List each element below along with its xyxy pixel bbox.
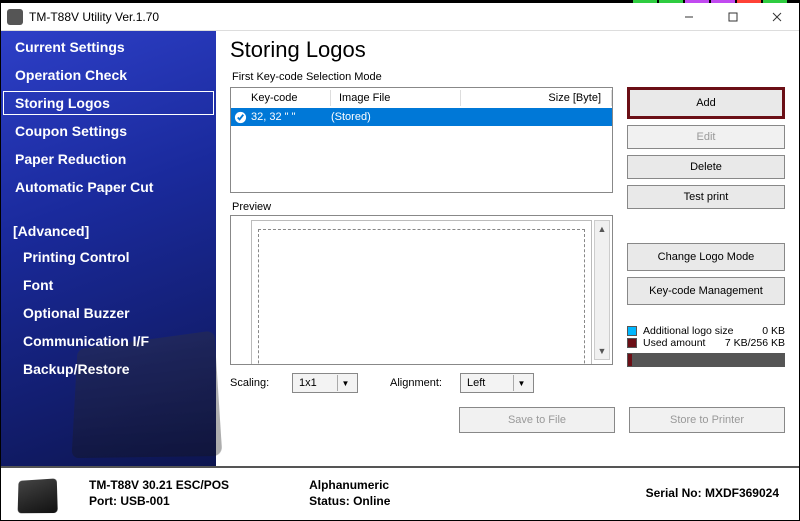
alignment-label: Alignment:: [390, 377, 450, 389]
row-imagefile: (Stored): [331, 111, 461, 123]
sidebar-item-optional-buzzer[interactable]: Optional Buzzer: [1, 299, 216, 327]
sidebar-item-printing-control[interactable]: Printing Control: [1, 243, 216, 271]
edit-button: Edit: [627, 125, 785, 149]
maximize-button[interactable]: [711, 3, 755, 31]
status-model: TM-T88V 30.21 ESC/POS: [89, 477, 229, 493]
status-serial-value: MXDF369024: [705, 486, 779, 500]
storage-info: Additional logo size 0 KB Used amount 7 …: [627, 325, 785, 367]
printer-icon: [15, 473, 59, 513]
logo-list-row[interactable]: 32, 32 " " (Stored): [231, 108, 612, 126]
preview-box: ▲ ▼: [230, 215, 613, 365]
additional-value: 0 KB: [762, 325, 785, 337]
main-panel: Storing Logos First Key-code Selection M…: [216, 31, 799, 466]
alignment-value: Left: [467, 377, 507, 389]
sidebar-item-operation-check[interactable]: Operation Check: [1, 61, 216, 89]
chevron-down-icon: ▼: [513, 375, 529, 391]
col-keycode: Key-code: [231, 90, 331, 106]
scaling-dropdown[interactable]: 1x1 ▼: [292, 373, 358, 393]
titlebar: TM-T88V Utility Ver.1.70: [1, 3, 799, 31]
sidebar-item-communication-if[interactable]: Communication I/F: [1, 327, 216, 355]
col-imagefile: Image File: [331, 90, 461, 106]
status-serial-label: Serial No:: [646, 486, 702, 500]
usage-bar-used: [628, 354, 632, 366]
additional-swatch: [627, 326, 637, 336]
row-check-icon: [231, 111, 249, 124]
page-title: Storing Logos: [230, 37, 785, 63]
mode-label: First Key-code Selection Mode: [232, 71, 785, 83]
used-label: Used amount: [643, 337, 705, 349]
status-bar: TM-T88V 30.21 ESC/POS Port: USB-001 Alph…: [1, 466, 799, 518]
sidebar: Current Settings Operation Check Storing…: [1, 31, 216, 466]
keycode-management-button[interactable]: Key-code Management: [627, 277, 785, 305]
used-swatch: [627, 338, 637, 348]
sidebar-item-font[interactable]: Font: [1, 271, 216, 299]
usage-bar: [627, 353, 785, 367]
change-logo-mode-button[interactable]: Change Logo Mode: [627, 243, 785, 271]
preview-print-area: [258, 229, 585, 365]
row-keycode: 32, 32 " ": [249, 111, 331, 123]
store-to-printer-button: Store to Printer: [629, 407, 785, 433]
alignment-dropdown[interactable]: Left ▼: [460, 373, 534, 393]
close-icon: [772, 12, 782, 22]
scaling-label: Scaling:: [230, 377, 282, 389]
status-port-label: Port:: [89, 494, 117, 508]
logo-list-header: Key-code Image File Size [Byte]: [231, 88, 612, 108]
col-size: Size [Byte]: [461, 90, 612, 106]
chevron-down-icon: ▼: [337, 375, 353, 391]
test-print-button[interactable]: Test print: [627, 185, 785, 209]
save-to-file-button: Save to File: [459, 407, 615, 433]
status-mode: Alphanumeric: [309, 477, 390, 493]
window-title: TM-T88V Utility Ver.1.70: [29, 10, 159, 24]
status-status-value: Online: [353, 494, 390, 508]
sidebar-item-coupon-settings[interactable]: Coupon Settings: [1, 117, 216, 145]
scroll-up-icon: ▲: [595, 221, 609, 237]
sidebar-item-backup-restore[interactable]: Backup/Restore: [1, 355, 216, 383]
maximize-icon: [728, 12, 738, 22]
scaling-value: 1x1: [299, 377, 331, 389]
preview-label: Preview: [232, 201, 613, 213]
minimize-button[interactable]: [667, 3, 711, 31]
app-icon: [7, 9, 23, 25]
delete-button[interactable]: Delete: [627, 155, 785, 179]
sidebar-item-storing-logos[interactable]: Storing Logos: [1, 89, 216, 117]
minimize-icon: [684, 12, 694, 22]
sidebar-item-current-settings[interactable]: Current Settings: [1, 33, 216, 61]
additional-label: Additional logo size: [643, 325, 733, 337]
add-button[interactable]: Add: [627, 87, 785, 119]
sidebar-item-automatic-paper-cut[interactable]: Automatic Paper Cut: [1, 173, 216, 201]
preview-canvas: [251, 220, 592, 365]
status-port-value: USB-001: [120, 494, 169, 508]
status-status-label: Status:: [309, 494, 350, 508]
used-value: 7 KB/256 KB: [725, 337, 785, 349]
close-button[interactable]: [755, 3, 799, 31]
preview-scrollbar[interactable]: ▲ ▼: [594, 220, 610, 360]
sidebar-item-paper-reduction[interactable]: Paper Reduction: [1, 145, 216, 173]
scroll-down-icon: ▼: [595, 343, 609, 359]
sidebar-advanced-header: [Advanced]: [1, 217, 216, 243]
logo-list[interactable]: Key-code Image File Size [Byte] 32, 32 "…: [230, 87, 613, 193]
